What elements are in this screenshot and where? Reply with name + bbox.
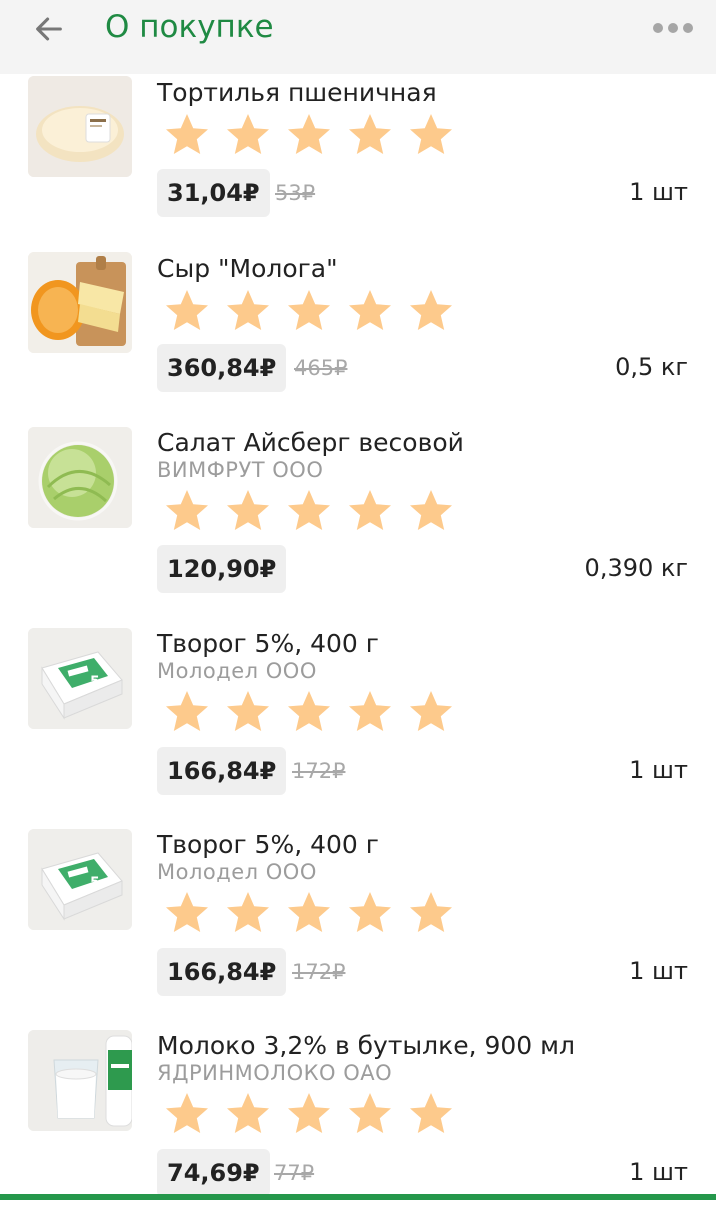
star-icon[interactable] xyxy=(163,688,211,736)
star-icon[interactable] xyxy=(346,1090,394,1138)
star-icon[interactable] xyxy=(163,1090,211,1138)
star-icon[interactable] xyxy=(224,487,272,535)
svg-text:5: 5 xyxy=(90,674,100,690)
star-icon[interactable] xyxy=(224,287,272,335)
star-icon[interactable] xyxy=(285,287,333,335)
star-icon[interactable] xyxy=(224,688,272,736)
star-icon[interactable] xyxy=(163,287,211,335)
star-icon[interactable] xyxy=(285,487,333,535)
rating-stars[interactable] xyxy=(163,111,455,159)
star-icon[interactable] xyxy=(285,1090,333,1138)
product-image-tortilla xyxy=(28,76,132,177)
old-price: 77₽ xyxy=(274,1161,315,1185)
quantity: 1 шт xyxy=(629,1158,688,1186)
old-price: 172₽ xyxy=(292,759,346,783)
vendor-name: ЯДРИНМОЛОКО ОАО xyxy=(157,1061,393,1085)
product-image-cheese xyxy=(28,252,132,353)
star-icon[interactable] xyxy=(163,889,211,937)
rating-stars[interactable] xyxy=(163,487,455,535)
star-icon[interactable] xyxy=(285,688,333,736)
old-price: 172₽ xyxy=(292,960,346,984)
star-icon[interactable] xyxy=(346,889,394,937)
back-button[interactable] xyxy=(26,6,72,52)
quantity: 1 шт xyxy=(629,756,688,784)
price-badge: 31,04₽ xyxy=(157,169,270,217)
rating-stars[interactable] xyxy=(163,1090,455,1138)
star-icon[interactable] xyxy=(346,111,394,159)
quantity: 0,5 кг xyxy=(615,353,688,381)
price-badge: 360,84₽ xyxy=(157,344,287,392)
star-icon[interactable] xyxy=(346,287,394,335)
star-icon[interactable] xyxy=(285,111,333,159)
app-header: О покупке xyxy=(0,0,716,74)
product-name: Творог 5%, 400 г xyxy=(157,629,379,658)
product-image-cottage-cheese: 5 xyxy=(28,628,132,729)
old-price: 465₽ xyxy=(294,356,348,380)
price-badge: 74,69₽ xyxy=(157,1149,270,1197)
quantity: 1 шт xyxy=(629,178,688,206)
star-icon[interactable] xyxy=(407,1090,455,1138)
quantity: 0,390 кг xyxy=(584,554,688,582)
list-item[interactable]: Салат Айсберг весовой ВИМФРУТ ООО 120,90… xyxy=(0,427,716,627)
price-badge: 166,84₽ xyxy=(157,747,287,795)
arrow-left-icon[interactable] xyxy=(32,12,66,46)
star-icon[interactable] xyxy=(407,889,455,937)
product-image-lettuce xyxy=(28,427,132,528)
star-icon[interactable] xyxy=(407,487,455,535)
old-price: 53₽ xyxy=(275,181,316,205)
product-image-cottage-cheese: 5 xyxy=(28,829,132,930)
bottom-divider xyxy=(0,1194,716,1200)
rating-stars[interactable] xyxy=(163,889,455,937)
star-icon[interactable] xyxy=(407,111,455,159)
quantity: 1 шт xyxy=(629,957,688,985)
star-icon[interactable] xyxy=(163,487,211,535)
star-icon[interactable] xyxy=(224,111,272,159)
price-badge: 166,84₽ xyxy=(157,948,287,996)
list-item[interactable]: Молоко 3,2% в бутылке, 900 мл ЯДРИНМОЛОК… xyxy=(0,1030,716,1230)
product-name: Салат Айсберг весовой xyxy=(157,428,464,457)
more-horizontal-icon[interactable] xyxy=(652,22,694,34)
vendor-name: ВИМФРУТ ООО xyxy=(157,458,324,482)
star-icon[interactable] xyxy=(346,688,394,736)
star-icon[interactable] xyxy=(407,287,455,335)
purchase-items-list: Тортилья пшеничная 31,04₽ 53₽ 1 шт Сыр "… xyxy=(0,0,716,1200)
vendor-name: Молодел ООО xyxy=(157,860,317,884)
star-icon[interactable] xyxy=(224,1090,272,1138)
more-options-button[interactable] xyxy=(650,8,696,48)
product-name: Тортилья пшеничная xyxy=(157,78,437,107)
rating-stars[interactable] xyxy=(163,287,455,335)
product-name: Творог 5%, 400 г xyxy=(157,830,379,859)
list-item[interactable]: Сыр "Молога" 360,84₽ 465₽ 0,5 кг xyxy=(0,252,716,452)
page-title: О покупке xyxy=(105,9,274,45)
star-icon[interactable] xyxy=(285,889,333,937)
svg-text:5: 5 xyxy=(90,875,100,891)
price-badge: 120,90₽ xyxy=(157,545,287,593)
star-icon[interactable] xyxy=(163,111,211,159)
star-icon[interactable] xyxy=(224,889,272,937)
vendor-name: Молодел ООО xyxy=(157,659,317,683)
star-icon[interactable] xyxy=(346,487,394,535)
list-item[interactable]: Тортилья пшеничная 31,04₽ 53₽ 1 шт xyxy=(0,76,716,276)
product-image-milk xyxy=(28,1030,132,1131)
star-icon[interactable] xyxy=(407,688,455,736)
product-name: Сыр "Молога" xyxy=(157,254,338,283)
product-name: Молоко 3,2% в бутылке, 900 мл xyxy=(157,1031,575,1060)
list-item[interactable]: 5 Творог 5%, 400 г Молодел ООО 166,84₽ 1… xyxy=(0,628,716,828)
list-item[interactable]: 5 Творог 5%, 400 г Молодел ООО 166,84₽ 1… xyxy=(0,829,716,1029)
rating-stars[interactable] xyxy=(163,688,455,736)
